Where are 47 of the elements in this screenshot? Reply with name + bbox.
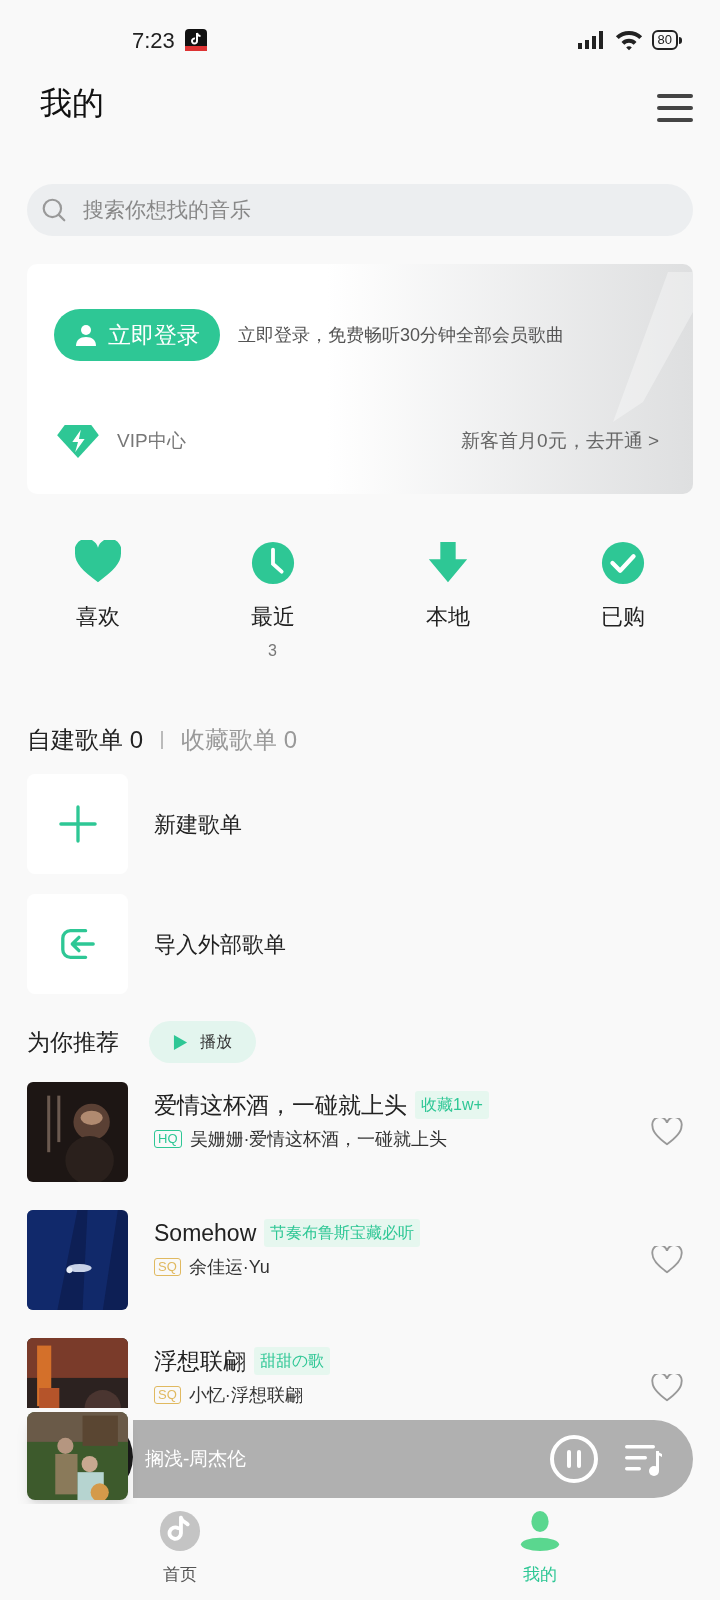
play-icon [173,1033,188,1051]
section-title: 为你推荐 [27,1027,119,1057]
status-time: 7:23 [132,26,175,55]
action-label: 新建歌单 [154,810,242,839]
song-title: 浮想联翩 [154,1347,246,1376]
song-tag: 甜甜の歌 [254,1347,330,1375]
shortcut-button[interactable]: 本地 [360,540,535,633]
shortcut-button[interactable]: 已购 [535,540,710,633]
song-subtitle: 小忆·浮想联翩 [188,1384,303,1406]
song-subtitle: 吴姗姗·爱情这杯酒，一碰就上头 [189,1128,448,1150]
quality-badge: SQ [154,1386,181,1404]
vip-offer-link[interactable]: 新客首月0元，去开通 > [461,426,659,456]
playlist-tab[interactable]: 自建歌单 0 [27,722,143,758]
page-title: 我的 [40,84,104,123]
action-label: 导入外部歌单 [154,930,286,959]
battery-level: 80 [651,30,678,50]
music-note-icon [159,1510,201,1552]
battery-tip [679,36,682,44]
playlist-action-item[interactable]: 新建歌单 [27,774,693,874]
app-notification-icon [184,29,207,51]
plus-icon [58,805,97,843]
shortcut-button[interactable]: 最近 3 [185,540,360,663]
playlist-action-item[interactable]: 导入外部歌单 [27,894,693,994]
song-title: 爱情这杯酒，一碰就上头 [154,1091,407,1120]
vip-center-label: VIP中心 [117,428,186,453]
song-tag: 节奏布鲁斯宝藏必听 [264,1219,421,1247]
search-icon [41,197,67,223]
play-all-button[interactable]: 播放 [149,1021,256,1063]
nav-tab[interactable]: 首页 [0,1504,360,1600]
person-icon [519,1510,561,1552]
pause-button[interactable] [549,1434,599,1484]
user-icon [74,323,98,347]
song-subtitle: 余佳运·Yu [188,1256,270,1278]
song-title: Somehow [154,1219,257,1248]
check-circle-icon [599,540,646,586]
promo-text: 立即登录，免费畅听30分钟全部会员歌曲 [238,323,565,347]
wifi-icon [613,28,644,52]
search-field[interactable]: 搜索你想找的音乐 [27,184,693,236]
shortcut-button[interactable]: 喜欢 [10,540,185,633]
clock-icon [249,540,296,586]
menu-icon [657,92,693,124]
quality-badge: HQ [154,1130,182,1148]
quality-badge: SQ [154,1258,181,1276]
song-tag: 收藏1w+ [415,1091,489,1119]
diamond-bolt-icon [57,423,99,459]
recent-count: 3 [268,641,277,661]
now-playing-title: 搁浅-周杰伦 [145,1446,248,1471]
